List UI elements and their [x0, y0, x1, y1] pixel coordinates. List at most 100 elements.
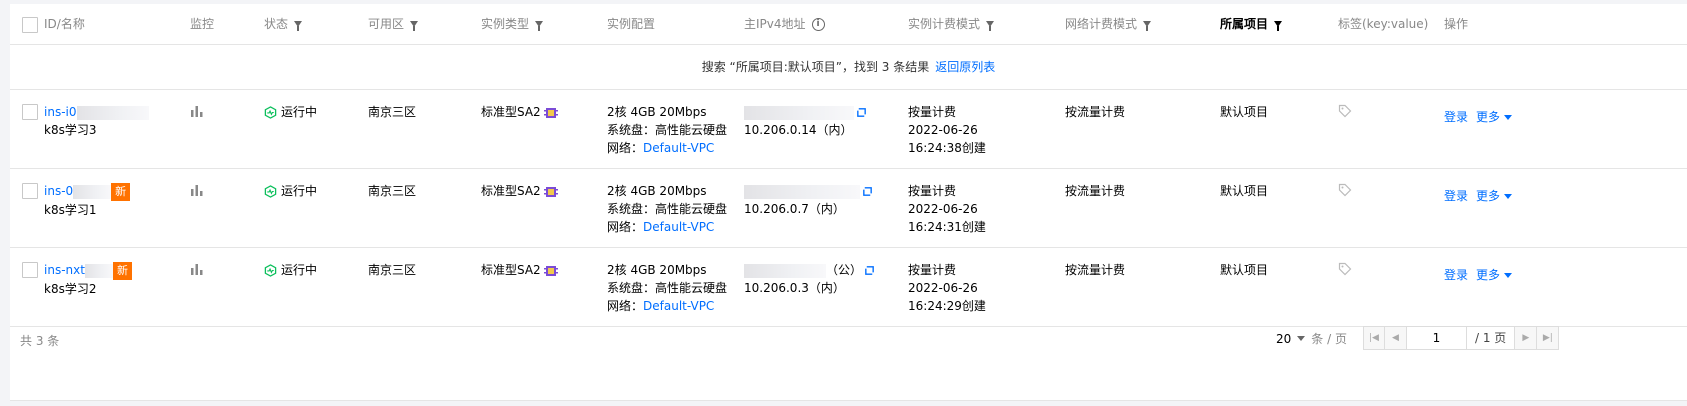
swap-ip-icon[interactable] — [856, 107, 867, 118]
tag-icon[interactable] — [1338, 183, 1352, 202]
vpc-link[interactable]: Default-VPC — [643, 141, 714, 155]
ipv4-address: 10.206.0.14（内） — [744, 103, 867, 139]
chip-icon — [543, 186, 558, 197]
instance-config: 2核 4GB 20Mbps 系统盘：高性能云硬盘 网络：Default-VPC — [607, 184, 728, 234]
monitor-icon[interactable] — [190, 104, 204, 123]
first-page-button[interactable]: |◀ — [1363, 326, 1385, 350]
login-button[interactable]: 登录 — [1444, 266, 1468, 284]
more-dropdown[interactable]: 更多 — [1476, 266, 1513, 284]
net-billing-mode: 按流量计费 — [1065, 263, 1126, 277]
total-pages: / 1 页 — [1467, 326, 1516, 350]
masked-public-ip — [744, 263, 826, 278]
col-net-billing[interactable]: 网络计费模式 — [1065, 4, 1152, 44]
instance-type: 标准型SA2 — [481, 103, 558, 121]
masked-id — [84, 263, 113, 278]
vpc-link[interactable]: Default-VPC — [643, 220, 714, 234]
chevron-down-icon — [1297, 336, 1306, 341]
status: 运行中 — [264, 182, 317, 200]
instance-type: 标准型SA2 — [481, 182, 558, 200]
masked-id — [76, 105, 149, 120]
status: 运行中 — [264, 261, 317, 279]
more-dropdown[interactable]: 更多 — [1476, 187, 1513, 205]
status: 运行中 — [264, 103, 317, 121]
instance-id-link[interactable]: ins-nxt — [44, 263, 85, 277]
chip-icon — [543, 265, 558, 276]
row-checkbox[interactable] — [22, 104, 38, 120]
masked-id — [73, 184, 112, 199]
col-status[interactable]: 状态 — [264, 4, 303, 44]
tag-icon[interactable] — [1338, 104, 1352, 123]
col-id-name: ID/名称 — [44, 17, 85, 31]
login-button[interactable]: 登录 — [1444, 108, 1468, 126]
billing-mode: 按量计费 2022-06-26 16:24:31创建 — [908, 184, 986, 234]
more-dropdown[interactable]: 更多 — [1476, 108, 1513, 126]
page-size-select[interactable]: 20 条 / 页 — [1276, 330, 1347, 347]
row-actions: 登录 更多 — [1444, 108, 1513, 126]
back-to-list-link[interactable]: 返回原列表 — [935, 60, 995, 74]
instance-id-link[interactable]: ins-i0 — [44, 105, 77, 119]
col-project[interactable]: 所属项目 — [1220, 4, 1283, 44]
swap-ip-icon[interactable] — [862, 186, 873, 197]
chevron-down-icon — [1504, 194, 1513, 199]
project: 默认项目 — [1220, 263, 1269, 277]
billing-mode: 按量计费 2022-06-26 16:24:29创建 — [908, 263, 986, 313]
col-config: 实例配置 — [607, 17, 656, 31]
col-zone[interactable]: 可用区 — [368, 4, 419, 44]
running-icon — [264, 105, 277, 119]
monitor-icon[interactable] — [190, 183, 204, 202]
search-result-notice: 搜索 “所属项目:默认项目”，找到 3 条结果 返回原列表 — [10, 45, 1687, 90]
swap-ip-icon[interactable] — [864, 265, 875, 276]
total-count: 共 3 条 — [20, 334, 60, 348]
filter-icon[interactable] — [1274, 21, 1283, 31]
monitor-icon[interactable] — [190, 262, 204, 281]
zone: 南京三区 — [368, 184, 417, 198]
page-input[interactable]: 1 — [1407, 326, 1467, 350]
filter-icon[interactable] — [535, 21, 544, 31]
zone: 南京三区 — [368, 263, 417, 277]
project: 默认项目 — [1220, 105, 1269, 119]
row-actions: 登录 更多 — [1444, 187, 1513, 205]
vpc-link[interactable]: Default-VPC — [643, 299, 714, 313]
instance-id-name: ins-i0 k8s学习3 — [44, 103, 149, 139]
instance-id-name: ins-0 新 k8s学习1 — [44, 182, 131, 219]
new-badge: 新 — [111, 182, 131, 201]
instance-config: 2核 4GB 20Mbps 系统盘：高性能云硬盘 网络：Default-VPC — [607, 263, 728, 313]
table-row: ins-i0 k8s学习3 运行中 南京三区 标准型SA2 2核 4GB 20M… — [10, 90, 1687, 169]
instance-name: k8s学习1 — [44, 202, 97, 217]
instance-id-name: ins-nxt 新 k8s学习2 — [44, 261, 132, 298]
last-page-button[interactable]: ▶| — [1537, 326, 1560, 350]
col-instance-type[interactable]: 实例类型 — [481, 4, 544, 44]
next-page-button[interactable]: ▶ — [1515, 326, 1538, 350]
table-row: ins-nxt 新 k8s学习2 运行中 南京三区 标准型SA2 2核 4GB 2… — [10, 248, 1687, 327]
running-icon — [264, 263, 277, 277]
row-checkbox[interactable] — [22, 262, 38, 278]
row-checkbox[interactable] — [22, 183, 38, 199]
table-header: ID/名称 监控 状态 可用区 实例类型 实例配置 主IPv4地址 i 实例计费模… — [10, 4, 1687, 45]
table-footer: 共 3 条 20 条 / 页 |◀ ◀ 1 / 1 页 ▶ ▶| — [10, 318, 1687, 362]
masked-public-ip — [744, 105, 854, 120]
instance-config: 2核 4GB 20Mbps 系统盘：高性能云硬盘 网络：Default-VPC — [607, 105, 728, 155]
chip-icon — [543, 107, 558, 118]
instance-name: k8s学习3 — [44, 123, 97, 137]
info-icon[interactable]: i — [811, 17, 825, 31]
instance-table: ID/名称 监控 状态 可用区 实例类型 实例配置 主IPv4地址 i 实例计费模… — [10, 4, 1687, 401]
login-button[interactable]: 登录 — [1444, 187, 1468, 205]
col-billing[interactable]: 实例计费模式 — [908, 4, 995, 44]
chevron-down-icon — [1504, 115, 1513, 120]
filter-icon[interactable] — [410, 21, 419, 31]
net-billing-mode: 按流量计费 — [1065, 105, 1126, 119]
col-ops: 操作 — [1444, 17, 1469, 31]
prev-page-button[interactable]: ◀ — [1385, 326, 1407, 350]
filter-icon[interactable] — [1143, 21, 1152, 31]
select-all-checkbox[interactable] — [22, 17, 38, 33]
instance-id-link[interactable]: ins-0 — [44, 184, 73, 198]
filter-icon[interactable] — [986, 21, 995, 31]
chevron-down-icon — [1504, 273, 1513, 278]
tag-icon[interactable] — [1338, 262, 1352, 281]
col-monitor: 监控 — [190, 17, 215, 31]
project: 默认项目 — [1220, 184, 1269, 198]
instance-name: k8s学习2 — [44, 281, 97, 296]
pagination: |◀ ◀ 1 / 1 页 ▶ ▶| — [1363, 326, 1560, 350]
col-tags: 标签(key:value) — [1338, 17, 1429, 31]
filter-icon[interactable] — [294, 21, 303, 31]
